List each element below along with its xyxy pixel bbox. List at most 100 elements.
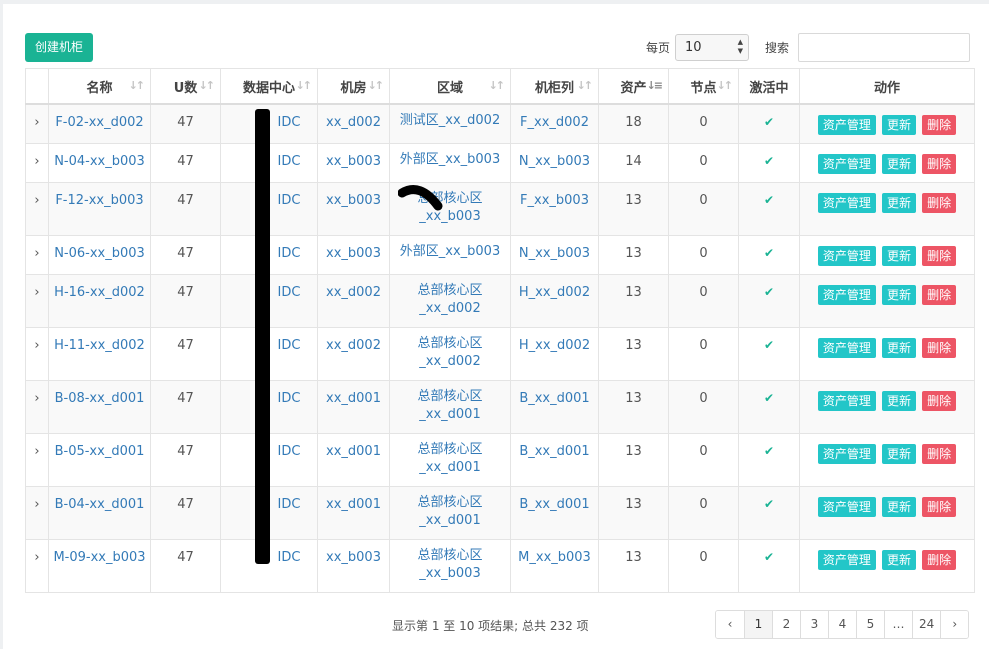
row-expander-icon[interactable]: ›: [25, 538, 49, 593]
row-expander-icon[interactable]: ›: [25, 273, 49, 328]
asset-management-button[interactable]: 资产管理: [817, 245, 876, 266]
update-button[interactable]: 更新: [881, 337, 916, 358]
delete-button[interactable]: 删除: [922, 443, 957, 464]
room-link[interactable]: xx_d001: [317, 485, 390, 540]
cabinet-name-link[interactable]: B-08-xx_d001: [48, 379, 151, 434]
header-column[interactable]: 机柜列 ↓↑: [510, 68, 599, 105]
asset-management-button[interactable]: 资产管理: [817, 284, 876, 305]
header-room[interactable]: 机房 ↓↑: [317, 68, 390, 105]
delete-button[interactable]: 删除: [922, 549, 957, 570]
page-button[interactable]: 24: [912, 611, 941, 638]
room-link[interactable]: xx_b003: [317, 181, 390, 236]
column-link[interactable]: N_xx_b003: [510, 142, 599, 183]
room-link[interactable]: xx_d001: [317, 432, 390, 487]
column-link[interactable]: H_xx_d002: [510, 326, 599, 381]
cabinet-name-link[interactable]: B-04-xx_d001: [48, 485, 151, 540]
row-expander-icon[interactable]: ›: [25, 485, 49, 540]
column-link[interactable]: H_xx_d002: [510, 273, 599, 328]
room-link[interactable]: xx_d001: [317, 379, 390, 434]
asset-management-button[interactable]: 资产管理: [817, 390, 876, 411]
update-button[interactable]: 更新: [881, 192, 916, 213]
region-link[interactable]: 总部核心区_xx_b003: [389, 538, 511, 593]
room-link[interactable]: xx_b003: [317, 234, 390, 275]
room-link[interactable]: xx_d002: [317, 273, 390, 328]
update-button[interactable]: 更新: [881, 284, 916, 305]
row-expander-icon[interactable]: ›: [25, 326, 49, 381]
region-link[interactable]: 总部核心区_xx_d002: [389, 273, 511, 328]
cabinet-name-link[interactable]: B-05-xx_d001: [48, 432, 151, 487]
cabinet-name-link[interactable]: F-12-xx_b003: [48, 181, 151, 236]
next-page-button[interactable]: ›: [940, 611, 969, 638]
asset-management-button[interactable]: 资产管理: [817, 115, 876, 135]
region-link[interactable]: 总部核心区_xx_d001: [389, 379, 511, 434]
header-nodes[interactable]: 节点 ↓↑: [668, 68, 739, 105]
cabinet-name-link[interactable]: N-04-xx_b003: [48, 142, 151, 183]
room-link[interactable]: xx_b003: [317, 538, 390, 593]
cabinet-name-link[interactable]: M-09-xx_b003: [48, 538, 151, 593]
delete-button[interactable]: 删除: [922, 153, 957, 174]
asset-management-button[interactable]: 资产管理: [817, 496, 876, 517]
row-expander-icon[interactable]: ›: [25, 181, 49, 236]
header-assets[interactable]: 资产 ↓≡: [598, 68, 669, 105]
asset-management-button[interactable]: 资产管理: [817, 192, 876, 213]
row-expander-icon[interactable]: ›: [25, 142, 49, 183]
row-expander-icon[interactable]: ›: [25, 379, 49, 434]
room-link[interactable]: xx_d002: [317, 326, 390, 381]
cabinet-name-link[interactable]: H-11-xx_d002: [48, 326, 151, 381]
asset-management-button[interactable]: 资产管理: [817, 337, 876, 358]
cabinet-name-link[interactable]: H-16-xx_d002: [48, 273, 151, 328]
create-cabinet-button[interactable]: 创建机柜: [25, 33, 94, 62]
region-link[interactable]: 测试区_xx_d002: [389, 103, 511, 144]
asset-management-button[interactable]: 资产管理: [817, 549, 876, 570]
page-button[interactable]: 4: [828, 611, 856, 638]
u-count: 47: [150, 273, 221, 328]
page-button[interactable]: 2: [772, 611, 800, 638]
header-u[interactable]: U数 ↓↑: [150, 68, 221, 105]
row-expander-icon[interactable]: ›: [25, 234, 49, 275]
row-expander-icon[interactable]: ›: [25, 103, 49, 144]
page-button[interactable]: 5: [856, 611, 884, 638]
column-link[interactable]: F_xx_b003: [510, 181, 599, 236]
prev-page-button[interactable]: ‹: [716, 611, 744, 638]
page-button[interactable]: 3: [800, 611, 828, 638]
header-datacenter[interactable]: 数据中心 ↓↑: [220, 68, 318, 105]
room-link[interactable]: xx_d002: [317, 103, 390, 144]
column-link[interactable]: F_xx_d002: [510, 103, 599, 144]
region-link[interactable]: 总部核心区_xx_d001: [389, 432, 511, 487]
column-link[interactable]: B_xx_d001: [510, 432, 599, 487]
update-button[interactable]: 更新: [881, 115, 916, 135]
delete-button[interactable]: 删除: [922, 284, 957, 305]
delete-button[interactable]: 删除: [922, 496, 957, 517]
search-input[interactable]: [798, 33, 970, 62]
update-button[interactable]: 更新: [881, 245, 916, 266]
column-link[interactable]: M_xx_b003: [510, 538, 599, 593]
region-link[interactable]: 总部核心区_xx_d002: [389, 326, 511, 381]
region-link[interactable]: 外部区_xx_b003: [389, 142, 511, 183]
per-page-select[interactable]: 10 ▲ ▼: [675, 34, 749, 61]
row-expander-icon[interactable]: ›: [25, 432, 49, 487]
asset-count: 14: [598, 142, 669, 183]
update-button[interactable]: 更新: [881, 549, 916, 570]
region-link[interactable]: 外部区_xx_b003: [389, 234, 511, 275]
delete-button[interactable]: 删除: [922, 390, 957, 411]
delete-button[interactable]: 删除: [922, 115, 957, 135]
header-region[interactable]: 区域 ↓↑: [389, 68, 511, 105]
room-link[interactable]: xx_b003: [317, 142, 390, 183]
column-link[interactable]: B_xx_d001: [510, 379, 599, 434]
delete-button[interactable]: 删除: [922, 192, 957, 213]
delete-button[interactable]: 删除: [922, 245, 957, 266]
cabinet-name-link[interactable]: N-06-xx_b003: [48, 234, 151, 275]
asset-management-button[interactable]: 资产管理: [817, 153, 876, 174]
column-link[interactable]: N_xx_b003: [510, 234, 599, 275]
update-button[interactable]: 更新: [881, 496, 916, 517]
page-button[interactable]: 1: [744, 611, 772, 638]
region-link[interactable]: 总部核心区_xx_d001: [389, 485, 511, 540]
update-button[interactable]: 更新: [881, 153, 916, 174]
header-name[interactable]: 名称 ↓↑: [48, 68, 151, 105]
update-button[interactable]: 更新: [881, 443, 916, 464]
update-button[interactable]: 更新: [881, 390, 916, 411]
delete-button[interactable]: 删除: [922, 337, 957, 358]
column-link[interactable]: B_xx_d001: [510, 485, 599, 540]
asset-management-button[interactable]: 资产管理: [817, 443, 876, 464]
cabinet-name-link[interactable]: F-02-xx_d002: [48, 103, 151, 144]
